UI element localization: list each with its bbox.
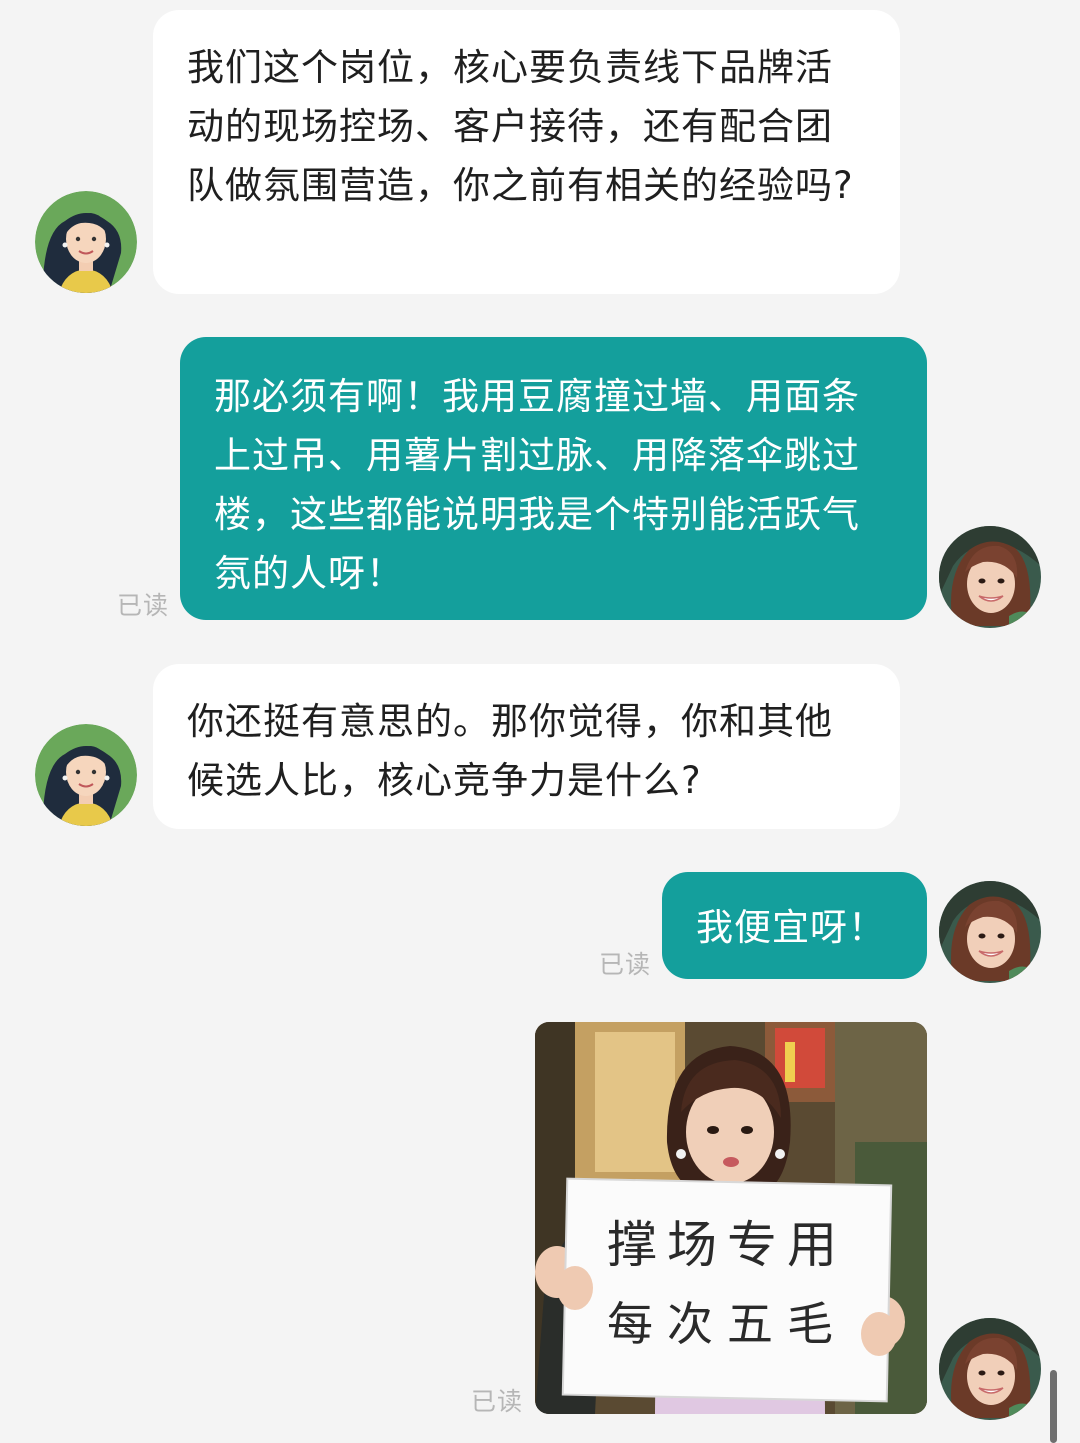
woman-cartoon-icon [35,191,137,293]
message-row-outgoing: 已读 我便宜呀！ [0,860,1080,990]
read-receipt: 已读 [471,1387,524,1416]
sign-text-line-2: 每次五毛 [607,1297,847,1351]
message-bubble[interactable]: 那必须有啊！我用豆腐撞过墙、用面条上过吊、用薯片割过脉、用降落伞跳过楼，这些都能… [180,337,927,620]
message-text: 我们这个岗位，核心要负责线下品牌活动的现场控场、客户接待，还有配合团队做氛围营造… [187,46,854,207]
message-row-incoming: 我们这个岗位，核心要负责线下品牌活动的现场控场、客户接待，还有配合团队做氛围营造… [0,0,1080,300]
interviewer-avatar[interactable] [35,724,137,826]
read-receipt: 已读 [599,950,652,979]
read-receipt: 已读 [117,591,170,620]
message-row-outgoing: 已读 那必须有啊！我用豆腐撞过墙、用面条上过吊、用薯片割过脉、用降落伞跳过楼，这… [0,330,1080,630]
sent-image[interactable]: 撑场专用 每次五毛 [535,1022,927,1414]
interviewer-avatar[interactable] [35,191,137,293]
user-photo-icon [939,1318,1041,1420]
my-avatar[interactable] [939,881,1041,983]
user-photo-icon [939,881,1041,983]
woman-holding-sign-photo: 撑场专用 每次五毛 [535,1022,927,1414]
message-text: 你还挺有意思的。那你觉得，你和其他候选人比，核心竞争力是什么? [187,700,833,802]
message-row-incoming: 你还挺有意思的。那你觉得，你和其他候选人比，核心竞争力是什么? [0,650,1080,840]
my-avatar[interactable] [939,526,1041,628]
sign-text-line-1: 撑场专用 [607,1216,847,1274]
woman-cartoon-icon [35,724,137,826]
scrollbar-thumb[interactable] [1050,1370,1057,1443]
message-text: 我便宜呀！ [696,906,886,949]
chat-thread[interactable]: 我们这个岗位，核心要负责线下品牌活动的现场控场、客户接待，还有配合团队做氛围营造… [0,0,1080,1443]
message-bubble[interactable]: 我们这个岗位，核心要负责线下品牌活动的现场控场、客户接待，还有配合团队做氛围营造… [153,10,900,294]
my-avatar[interactable] [939,1318,1041,1420]
message-text: 那必须有啊！我用豆腐撞过墙、用面条上过吊、用薯片割过脉、用降落伞跳过楼，这些都能… [214,375,860,595]
message-bubble[interactable]: 我便宜呀！ [662,872,927,979]
message-row-outgoing-image: 已读 撑场专用 每次五毛 [0,1010,1080,1443]
user-photo-icon [939,526,1041,628]
message-bubble[interactable]: 你还挺有意思的。那你觉得，你和其他候选人比，核心竞争力是什么? [153,664,900,829]
